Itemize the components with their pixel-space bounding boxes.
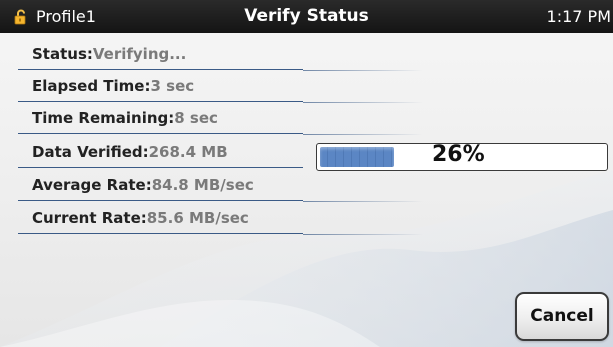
clock-time: 1:17 PM — [546, 7, 611, 26]
elapsed-time-row: Elapsed Time:3 sec — [18, 74, 303, 102]
progress-percent: 26% — [432, 142, 485, 167]
time-remaining-label: Time Remaining — [32, 109, 169, 127]
current-rate-row: Current Rate:85.6 MB/sec — [18, 206, 303, 234]
time-remaining-row: Time Remaining:8 sec — [18, 106, 303, 134]
progress-fill — [320, 147, 394, 167]
data-verified-label: Data Verified — [32, 143, 143, 161]
elapsed-time-label: Elapsed Time — [32, 77, 145, 95]
row-divider — [303, 70, 423, 71]
data-verified-value: 268.4 MB — [148, 143, 228, 161]
average-rate-value: 84.8 MB/sec — [151, 176, 254, 194]
average-rate-row: Average Rate:84.8 MB/sec — [18, 173, 303, 201]
cancel-button[interactable]: Cancel — [515, 292, 609, 341]
data-verified-row: Data Verified:268.4 MB — [18, 140, 303, 168]
status-bar: Profile1 Verify Status 1:17 PM — [0, 0, 613, 33]
status-label: Status — [32, 45, 87, 63]
status-value: Verifying... — [92, 45, 187, 63]
elapsed-time-value: 3 sec — [150, 77, 195, 95]
row-divider — [303, 102, 423, 103]
current-rate-label: Current Rate — [32, 209, 141, 227]
current-rate-value: 85.6 MB/sec — [146, 209, 249, 227]
row-divider — [303, 234, 423, 235]
verify-status-screen: Profile1 Verify Status 1:17 PM Status:Ve… — [0, 0, 613, 347]
row-divider — [303, 134, 423, 135]
status-row: Status:Verifying... — [18, 42, 303, 70]
window-title: Verify Status — [244, 6, 369, 26]
average-rate-label: Average Rate — [32, 176, 146, 194]
time-remaining-value: 8 sec — [174, 109, 218, 127]
row-divider — [303, 201, 423, 202]
